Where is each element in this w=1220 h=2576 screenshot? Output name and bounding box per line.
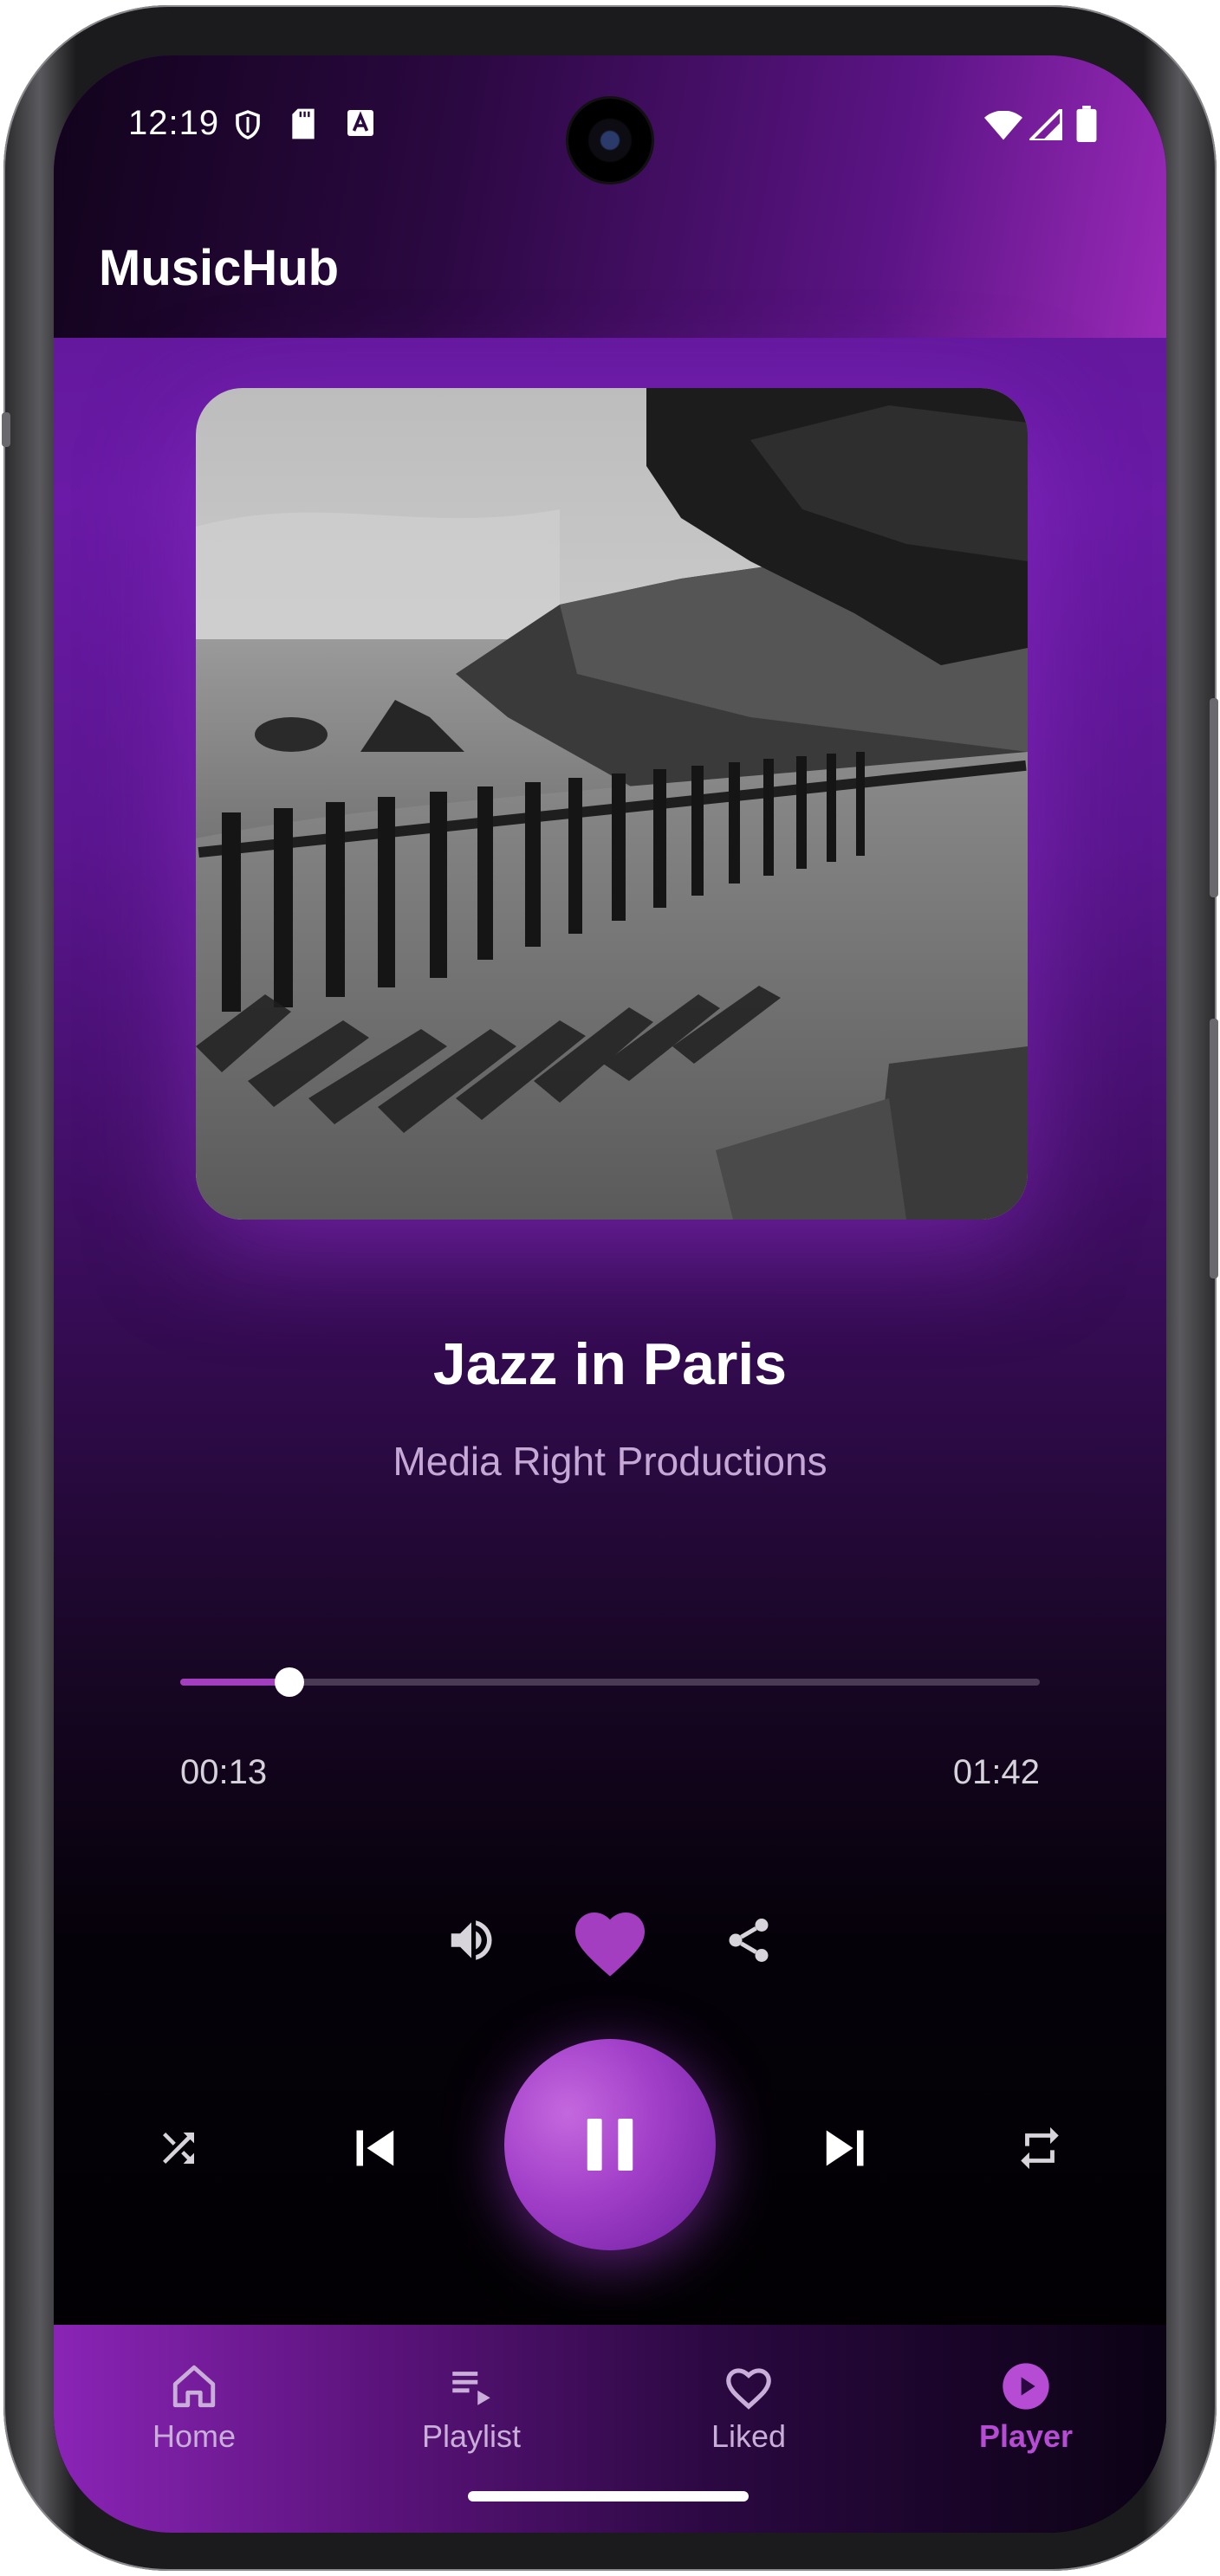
status-time: 12:19 [128,104,220,142]
nav-home[interactable]: Home [107,2359,281,2455]
cellular-signal-icon [1026,105,1063,145]
play-circle-icon [1003,2363,1049,2410]
seek-bar[interactable] [180,1656,1040,1708]
sd-card-icon [289,107,317,145]
nav-playlist[interactable]: Playlist [385,2359,558,2455]
nav-playlist-label: Playlist [421,2418,522,2454]
home-icon [172,2365,216,2408]
bottom-navigation: Home Playlist Liked Player [54,2325,1166,2533]
gesture-home-bar[interactable] [468,2491,749,2502]
shuffle-button[interactable] [144,2113,213,2183]
phone-frame: 12:19 MusicHub Jazz in Paris Media Right… [2,5,1218,2571]
previous-button[interactable] [331,2105,418,2191]
heart-outline-icon [726,2368,771,2410]
app-bar: 12:19 MusicHub [54,55,1166,338]
side-button [2,412,10,447]
secondary-controls [54,1897,1166,1984]
volume-up-icon [451,1920,492,1960]
shuffle-icon [163,2133,194,2164]
shield-icon [232,107,263,146]
nav-player[interactable]: Player [939,2359,1113,2455]
album-art [196,388,1028,1220]
power-button [1210,1019,1218,1278]
pause-icon [587,2119,633,2171]
share-icon [729,1919,769,1962]
text-a-icon [345,107,376,143]
heart-filled-icon [575,1913,645,1977]
like-button[interactable] [565,1897,655,1984]
playback-controls [54,2034,1166,2259]
battery-icon [1076,106,1097,146]
nav-player-label: Player [978,2418,1074,2454]
song-title: Jazz in Paris [432,1331,788,1397]
current-time: 00:13 [180,1753,268,1791]
volume-button [1210,698,1218,897]
next-button[interactable] [802,2105,889,2191]
seek-track [180,1679,1040,1686]
nav-home-label: Home [152,2418,237,2454]
skip-previous-icon [356,2130,394,2166]
playlist-icon [452,2372,490,2405]
nav-liked-label: Liked [711,2418,787,2454]
skip-next-icon [826,2130,864,2166]
total-time: 01:42 [952,1753,1040,1791]
app-title: MusicHub [99,240,340,296]
artist-name: Media Right Productions [393,1439,827,1484]
play-pause-button[interactable] [504,2039,716,2250]
share-button[interactable] [714,1906,783,1975]
seek-thumb[interactable] [274,1667,304,1697]
seek-progress [180,1679,289,1686]
repeat-icon [1021,2126,1059,2170]
nav-liked[interactable]: Liked [662,2359,835,2455]
wifi-icon [984,110,1022,145]
screen: 12:19 MusicHub Jazz in Paris Media Right… [54,55,1166,2533]
repeat-button[interactable] [1005,2113,1074,2183]
volume-button[interactable] [437,1906,506,1975]
front-camera [568,99,652,182]
